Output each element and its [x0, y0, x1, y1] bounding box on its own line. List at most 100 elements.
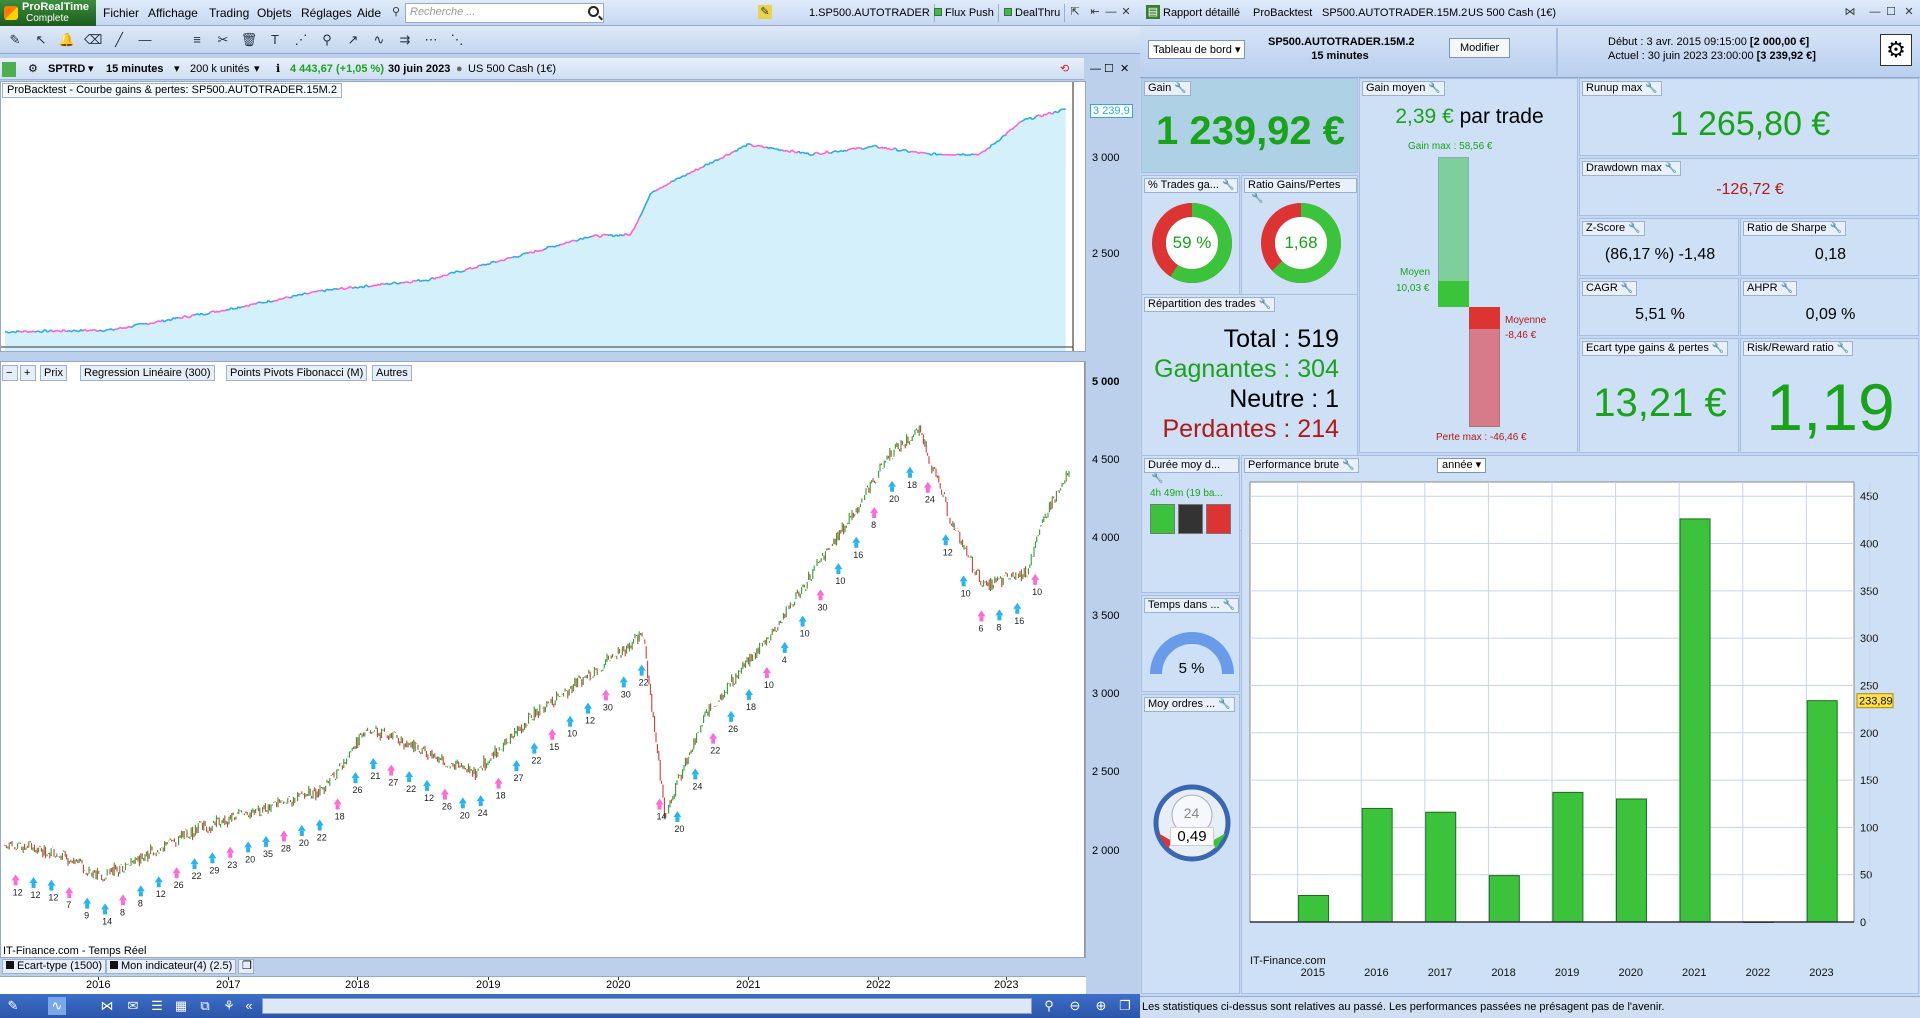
- temps-title[interactable]: Temps dans ... 🔧: [1144, 598, 1239, 613]
- temps-box[interactable]: Temps dans ... 🔧 5 %: [1141, 595, 1240, 692]
- close-icon[interactable]: ✕: [1119, 5, 1133, 19]
- app-logo[interactable]: ProRealTime Complete: [0, 0, 96, 26]
- menu-affichage[interactable]: Affichage: [148, 6, 198, 20]
- zoom-in-icon[interactable]: ⊕: [1092, 997, 1110, 1015]
- minimize-icon[interactable]: —: [1868, 5, 1882, 19]
- riskreward-box[interactable]: Risk/Reward ratio 🔧 1,19: [1740, 338, 1919, 453]
- list-icon[interactable]: ☰: [148, 997, 166, 1015]
- draw-pencil-icon[interactable]: ✎: [6, 31, 24, 49]
- maximize-icon[interactable]: ☐: [1104, 62, 1114, 77]
- arrow-icon[interactable]: ↗: [344, 31, 362, 49]
- close-icon[interactable]: ✕: [1902, 5, 1916, 19]
- chat-icon[interactable]: ✉: [124, 997, 142, 1015]
- price-toggle[interactable]: Prix: [40, 365, 67, 381]
- pivot-toggle[interactable]: Points Pivots Fibonacci (M): [226, 365, 368, 381]
- tree-icon[interactable]: ⚘: [220, 997, 238, 1015]
- zscore-title[interactable]: Z-Score 🔧: [1582, 221, 1645, 236]
- window-icon[interactable]: ❐: [1116, 997, 1134, 1015]
- menu-reglages[interactable]: Réglages: [301, 6, 352, 20]
- menu-aide[interactable]: Aide: [357, 6, 381, 20]
- text-icon[interactable]: T: [266, 31, 284, 49]
- ecart-title[interactable]: Ecart type gains & pertes 🔧: [1582, 341, 1729, 356]
- report-tab-instrument[interactable]: US 500 Cash (1€): [1468, 4, 1556, 22]
- repartition-title[interactable]: Répartition des trades 🔧: [1144, 297, 1276, 312]
- search-icon[interactable]: [588, 6, 599, 17]
- share-icon[interactable]: ⋈: [1843, 5, 1857, 19]
- gain-title[interactable]: Gain 🔧: [1144, 81, 1191, 96]
- drawdown-box[interactable]: Drawdown max 🔧 -126,72 €: [1579, 158, 1919, 216]
- double-chevron-left-icon[interactable]: «: [240, 997, 258, 1015]
- report-tab-probacktest[interactable]: ProBacktest: [1253, 4, 1312, 22]
- share-icon[interactable]: ⋈: [98, 997, 116, 1015]
- chevron-down-icon[interactable]: ▾: [88, 62, 94, 77]
- ecart-box[interactable]: Ecart type gains & pertes 🔧 13,21 €: [1579, 338, 1739, 453]
- menu-trading[interactable]: Trading: [209, 6, 249, 20]
- eraser-icon[interactable]: ⌫: [84, 31, 102, 49]
- zoom-out-icon[interactable]: ⊖: [1066, 997, 1084, 1015]
- tools-icon[interactable]: ✂: [214, 31, 232, 49]
- ratio-title[interactable]: Ratio Gains/Pertes🔧: [1244, 178, 1357, 204]
- regression-toggle[interactable]: Regression Linéaire (300): [80, 365, 215, 381]
- performance-title[interactable]: Performance brute 🔧: [1244, 458, 1359, 473]
- cagr-box[interactable]: CAGR 🔧 5,51 %: [1579, 278, 1739, 336]
- detach-icon[interactable]: ⇱: [1068, 5, 1082, 19]
- timeframe-select[interactable]: 15 minutes: [106, 62, 163, 77]
- cursor-icon[interactable]: ↖: [32, 31, 50, 49]
- windows-icon[interactable]: ❐: [238, 959, 254, 974]
- symbol-select[interactable]: SPTRD: [48, 62, 85, 77]
- runup-title[interactable]: Runup max 🔧: [1582, 81, 1662, 96]
- bell-icon[interactable]: 🔔: [58, 31, 76, 49]
- link-icon[interactable]: [2, 62, 16, 77]
- equity-label[interactable]: ProBacktest - Courbe gains & pertes: SP5…: [2, 83, 342, 98]
- close-icon[interactable]: ✕: [1120, 62, 1129, 77]
- settings-icon[interactable]: ⚙: [28, 62, 38, 77]
- zoom-fit-icon[interactable]: ⚲: [1040, 997, 1058, 1015]
- price-panel[interactable]: 12 12 12 7 9 14 8 8 12 26 22 29 23 20 35 28 20 22 18 26 21 27…: [0, 361, 1086, 958]
- refresh-icon[interactable]: ⟲: [1060, 62, 1069, 77]
- drawdown-title[interactable]: Drawdown max 🔧: [1582, 161, 1682, 176]
- report-tab-system[interactable]: SP500.AUTOTRADER.15M.2: [1322, 4, 1467, 22]
- period-select[interactable]: année ▾: [1437, 458, 1487, 473]
- duree-box[interactable]: Durée moy d...🔧 4h 49m (19 ba...: [1141, 455, 1240, 593]
- dashboard-select[interactable]: Tableau de bord ▾: [1148, 40, 1246, 59]
- line-icon[interactable]: ╱: [110, 31, 128, 49]
- report-tab-detail[interactable]: Rapport détaillé: [1163, 4, 1240, 22]
- search-input[interactable]: Recherche ...: [405, 3, 604, 23]
- cagr-title[interactable]: CAGR 🔧: [1582, 281, 1638, 296]
- curve-icon[interactable]: ∿: [370, 31, 388, 49]
- ahpr-title[interactable]: AHPR 🔧: [1743, 281, 1798, 296]
- info-icon[interactable]: ℹ: [276, 62, 280, 77]
- riskreward-title[interactable]: Risk/Reward ratio 🔧: [1743, 341, 1854, 356]
- chevron-down-icon[interactable]: ▾: [174, 62, 180, 77]
- flag-icon[interactable]: [783, 5, 797, 19]
- gain-box[interactable]: Gain 🔧 1 239,92 €: [1141, 78, 1358, 173]
- ecart-type-tab[interactable]: Ecart-type (1500): [2, 959, 106, 974]
- chevron-down-icon[interactable]: ▾: [254, 62, 260, 77]
- duree-title[interactable]: Durée moy d...🔧: [1144, 458, 1239, 484]
- minimize-icon[interactable]: —: [1090, 62, 1101, 77]
- zscore-box[interactable]: Z-Score 🔧 (86,17 %) -1,48: [1579, 218, 1739, 276]
- hline-icon[interactable]: ―: [136, 31, 154, 49]
- trash-icon[interactable]: 🗑: [240, 31, 258, 49]
- menu-objets[interactable]: Objets: [257, 6, 292, 20]
- tab-dealthru[interactable]: DealThru: [1000, 4, 1066, 22]
- time-axis[interactable]: 2016 2017 2018 2019 2020 2021 2022 2023: [0, 976, 1086, 994]
- zigzag-icon[interactable]: ⋰: [292, 31, 310, 49]
- units-select[interactable]: 200 k unités: [190, 62, 249, 77]
- minimize-icon[interactable]: —: [1104, 5, 1118, 19]
- tools-icon[interactable]: ✎: [4, 997, 22, 1015]
- channel-icon[interactable]: ⇉: [396, 31, 414, 49]
- moy-ordres-box[interactable]: Moy ordres ... 🔧 24 0,49: [1141, 694, 1240, 994]
- pattern-icon[interactable]: ⋱: [448, 31, 466, 49]
- others-button[interactable]: Autres: [372, 365, 412, 381]
- tab-flux-push[interactable]: Flux Push: [930, 4, 999, 22]
- link-icon[interactable]: ⚲: [389, 5, 403, 19]
- copy-icon[interactable]: ⧉: [196, 997, 214, 1015]
- pin-icon[interactable]: ⇤: [1088, 5, 1102, 19]
- menu-fichier[interactable]: Fichier: [103, 6, 139, 20]
- pencil-icon[interactable]: ✎: [758, 5, 772, 19]
- ahpr-box[interactable]: AHPR 🔧 0,09 %: [1740, 278, 1919, 336]
- pct-trades-title[interactable]: % Trades ga... 🔧: [1144, 178, 1239, 193]
- modify-button[interactable]: Modifier: [1449, 38, 1511, 58]
- export-icon[interactable]: ⚙: [1880, 34, 1912, 66]
